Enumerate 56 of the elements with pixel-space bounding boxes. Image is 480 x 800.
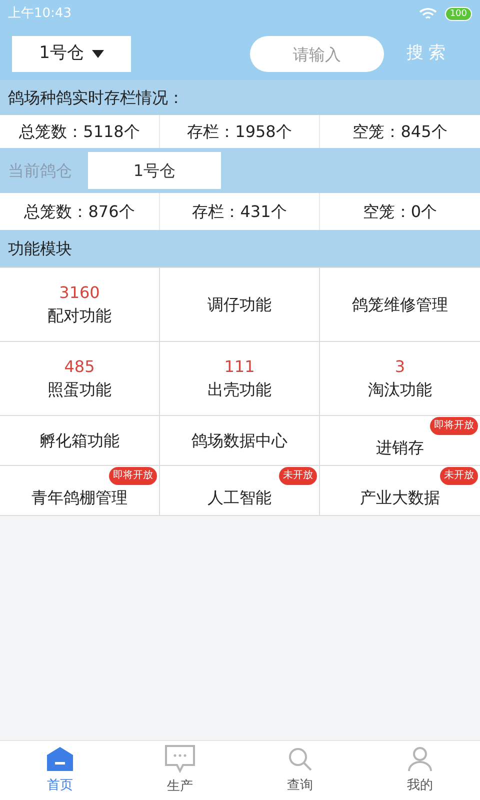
home-icon (46, 746, 74, 772)
module-tile[interactable]: 未开放 人工智能 (160, 465, 320, 515)
module-tile[interactable]: 孵化箱功能 (0, 415, 160, 465)
module-label: 调仔功能 (208, 294, 272, 316)
status-time: 上午10:43 (8, 5, 72, 24)
module-label: 淘汰功能 (368, 378, 432, 400)
module-count: 485 (64, 356, 95, 378)
search-icon (287, 746, 313, 772)
tab-item[interactable]: 生产 (120, 741, 240, 800)
tab-item[interactable]: 首页 (0, 741, 120, 800)
module-count: 3160 (59, 282, 100, 304)
tab-item[interactable]: 查询 (240, 741, 360, 800)
module-count: 3 (394, 356, 406, 378)
user-icon (407, 746, 433, 772)
module-tile[interactable]: 鸽场数据中心 (160, 415, 320, 465)
module-label: 进销存 (376, 436, 424, 458)
stat-text: 空笼：0个 (362, 200, 438, 222)
warehouse-value: 1号仓 (88, 152, 221, 189)
module-tile[interactable]: 调仔功能 (160, 267, 320, 341)
tab-item[interactable]: 我的 (360, 741, 480, 800)
module-label: 鸽笼维修管理 (352, 294, 448, 316)
module-tile[interactable]: 即将开放 进销存 (320, 415, 480, 465)
module-count: 111 (224, 356, 255, 378)
stat-text: 总笼数：5118个 (19, 120, 140, 142)
wifi-icon (418, 7, 437, 21)
module-tile[interactable]: 鸽笼维修管理 (320, 267, 480, 341)
search-field[interactable]: 请输入 (250, 36, 384, 72)
field-label: 当前鸽仓 (8, 160, 73, 182)
module-label: 出壳功能 (208, 378, 272, 400)
status-badge: 即将开放 (430, 417, 478, 435)
module-tile[interactable]: 111 出壳功能 (160, 341, 320, 415)
module-tile[interactable]: 485 照蛋功能 (0, 341, 160, 415)
module-label: 产业大数据 (360, 486, 440, 508)
module-label: 配对功能 (48, 304, 112, 326)
module-label: 人工智能 (208, 486, 272, 508)
module-label: 青年鸽棚管理 (32, 486, 128, 508)
stat-text: 总笼数：876个 (24, 200, 135, 222)
status-badge: 未开放 (279, 467, 317, 485)
stat-text: 存栏：1958个 (187, 120, 292, 142)
stat-text: 空笼：845个 (352, 120, 448, 142)
stat-text: 存栏：431个 (192, 200, 287, 222)
battery-level: 100 (444, 7, 472, 21)
module-tile[interactable]: 未开放 产业大数据 (320, 465, 480, 515)
module-tile[interactable]: 3160 配对功能 (0, 267, 160, 341)
status-badge: 即将开放 (109, 467, 157, 485)
module-label: 照蛋功能 (48, 378, 112, 400)
section-title: 功能模块 (8, 238, 72, 260)
module-label: 孵化箱功能 (40, 430, 120, 452)
warehouse-dropdown[interactable]: 1号仓 (12, 36, 131, 72)
module-label: 鸽场数据中心 (192, 430, 288, 452)
module-tile[interactable]: 即将开放 青年鸽棚管理 (0, 465, 160, 515)
chat-icon (165, 744, 195, 773)
section-title: 鸽场种鸽实时存栏情况： (8, 86, 184, 108)
status-badge: 未开放 (440, 467, 478, 485)
caret-icon (92, 50, 104, 58)
module-tile[interactable]: 3 淘汰功能 (320, 341, 480, 415)
